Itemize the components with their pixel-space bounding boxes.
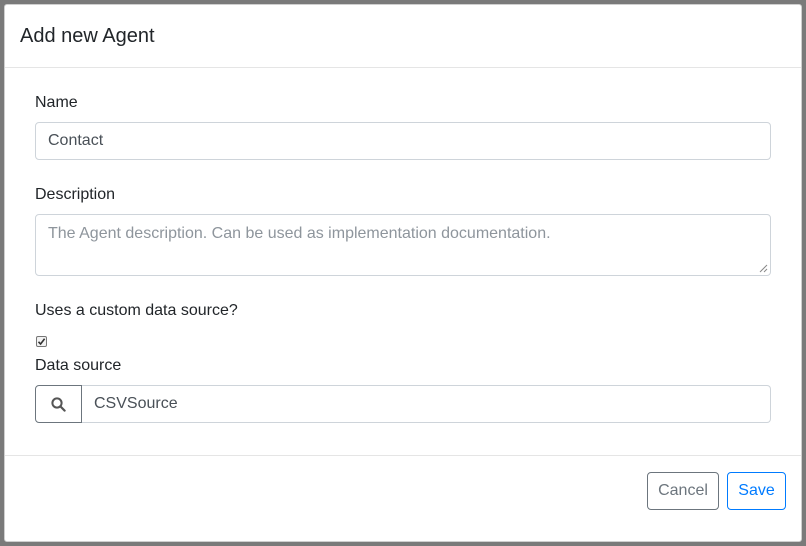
description-textarea[interactable]: The Agent description. Can be used as im… [35, 214, 771, 276]
description-label: Description [35, 186, 116, 203]
data-source-input-group: CSVSource [35, 385, 771, 423]
modal-footer: Cancel Save [5, 455, 801, 541]
custom-data-source-checkbox[interactable] [36, 336, 47, 347]
search-icon [51, 396, 66, 412]
name-input-value: Contact [48, 132, 104, 149]
save-button[interactable]: Save [727, 472, 786, 510]
data-source-label: Data source [35, 357, 122, 374]
search-button[interactable] [35, 385, 82, 423]
description-placeholder: The Agent description. Can be used as im… [48, 225, 551, 242]
custom-data-source-label: Uses a custom data source? [35, 302, 238, 319]
resize-grip-icon[interactable] [759, 264, 768, 273]
name-label: Name [35, 94, 78, 111]
name-input[interactable]: Contact [35, 122, 771, 160]
modal-title: Add new Agent [20, 24, 155, 47]
cancel-button[interactable]: Cancel [647, 472, 719, 510]
modal-header: Add new Agent [5, 5, 801, 68]
data-source-input-value: CSVSource [94, 395, 178, 412]
data-source-input[interactable]: CSVSource [82, 385, 771, 423]
checkmark-icon [37, 338, 46, 346]
add-agent-modal: Add new Agent Name Contact Description T… [4, 4, 802, 542]
